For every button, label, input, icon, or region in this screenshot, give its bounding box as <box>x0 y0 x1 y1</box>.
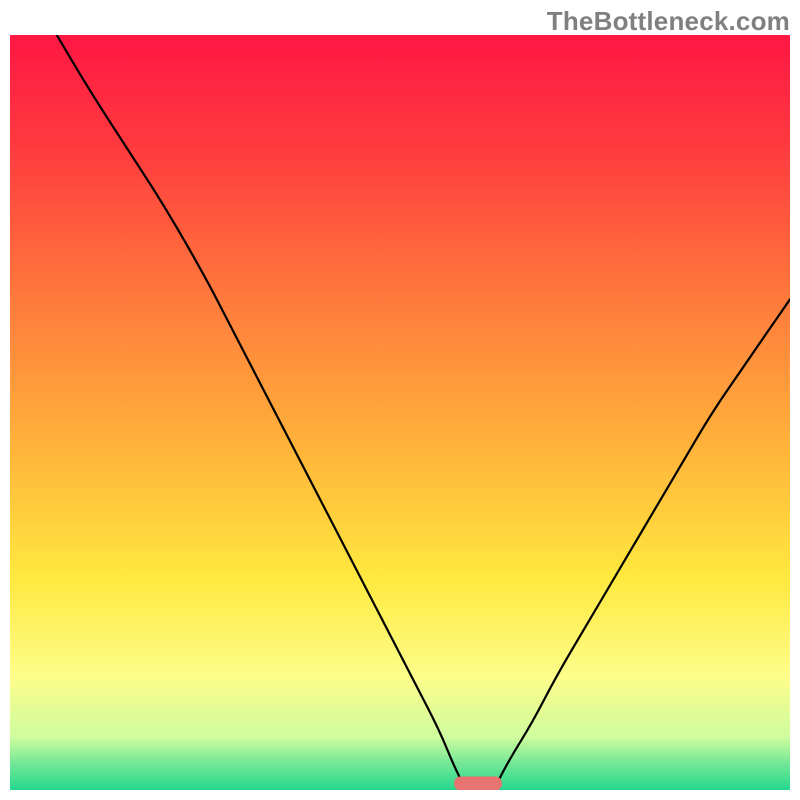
chart-container: TheBottleneck.com <box>0 0 800 800</box>
minimum-marker <box>455 777 502 790</box>
plot-svg <box>10 35 790 790</box>
watermark-text: TheBottleneck.com <box>547 6 790 37</box>
plot-area <box>10 35 790 790</box>
